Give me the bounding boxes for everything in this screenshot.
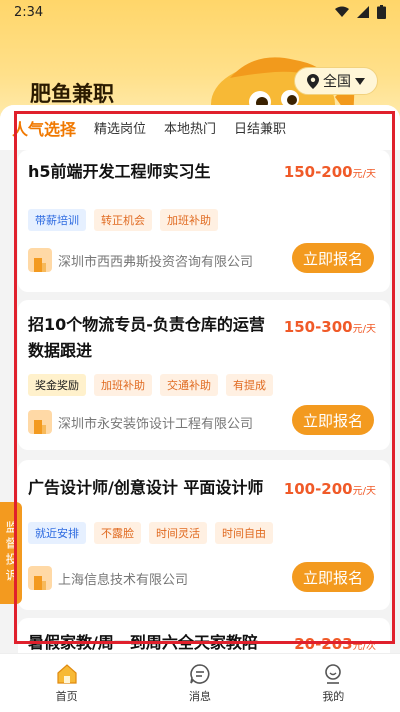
job-tags: 奖金奖励 加班补助 交通补助 有提成 bbox=[28, 374, 273, 396]
job-tag: 时间自由 bbox=[215, 522, 273, 544]
company-row: 上海信息技术有限公司 bbox=[28, 566, 188, 590]
job-tag: 不露脸 bbox=[94, 522, 141, 544]
status-bar: 2:34 bbox=[0, 0, 400, 24]
supervise-complaint-button[interactable]: 监督投诉 bbox=[0, 502, 22, 604]
category-tabs: 人气选择 精选岗位 本地热门 日结兼职 bbox=[0, 105, 400, 150]
tab-featured[interactable]: 精选岗位 bbox=[94, 118, 146, 137]
job-card[interactable]: 广告设计师/创意设计 平面设计师 100-200元/天 就近安排 不露脸 时间灵… bbox=[18, 460, 390, 610]
job-title: 广告设计师/创意设计 平面设计师 bbox=[28, 478, 264, 497]
app-title: 肥鱼兼职 bbox=[30, 81, 114, 106]
job-title: 招10个物流专员-负责仓库的运营数据跟进 bbox=[28, 315, 265, 360]
job-salary: 150-300元/天 bbox=[283, 318, 376, 336]
profile-icon bbox=[325, 663, 342, 684]
job-tag: 带薪培训 bbox=[28, 209, 86, 231]
company-name: 深圳市永安装饰设计工程有限公司 bbox=[58, 416, 254, 432]
job-card[interactable]: 暑假家教/周一到周六全天家教陪 20-203元/次 bbox=[18, 618, 390, 653]
job-tag: 交通补助 bbox=[160, 374, 218, 396]
nav-home-label: 首页 bbox=[55, 689, 78, 703]
building-icon bbox=[28, 566, 52, 590]
company-row: 深圳市永安装饰设计工程有限公司 bbox=[28, 410, 253, 434]
tab-local-hot[interactable]: 本地热门 bbox=[164, 118, 216, 137]
nav-profile-label: 我的 bbox=[322, 689, 345, 703]
nav-messages[interactable]: 消息 bbox=[133, 654, 266, 712]
job-tags: 带薪培训 转正机会 加班补助 bbox=[28, 209, 218, 231]
job-tag: 奖金奖励 bbox=[28, 374, 86, 396]
apply-button[interactable]: 立即报名 bbox=[292, 405, 374, 435]
bottom-nav: 首页 消息 我的 bbox=[0, 653, 400, 712]
company-name: 深圳市西西弗斯投资咨询有限公司 bbox=[58, 254, 254, 270]
job-tag: 就近安排 bbox=[28, 522, 86, 544]
job-salary: 20-203元/次 bbox=[294, 635, 376, 653]
wifi-icon bbox=[335, 6, 349, 17]
job-tag: 时间灵活 bbox=[149, 522, 207, 544]
region-selector[interactable]: 全国 bbox=[294, 67, 378, 95]
job-salary: 150-200元/天 bbox=[283, 163, 376, 181]
company-name: 上海信息技术有限公司 bbox=[58, 572, 189, 588]
location-pin-icon bbox=[307, 73, 319, 89]
job-card[interactable]: 招10个物流专员-负责仓库的运营数据跟进 150-300元/天 奖金奖励 加班补… bbox=[18, 300, 390, 450]
nav-messages-label: 消息 bbox=[188, 689, 211, 703]
job-tag: 有提成 bbox=[226, 374, 273, 396]
signal-icon bbox=[357, 6, 369, 18]
supervise-label: 监督投诉 bbox=[4, 521, 18, 585]
status-icons bbox=[335, 5, 386, 19]
message-icon bbox=[190, 663, 210, 684]
job-title: h5前端开发工程师实习生 bbox=[28, 162, 211, 181]
building-icon bbox=[28, 248, 52, 272]
battery-icon bbox=[377, 5, 386, 19]
apply-button[interactable]: 立即报名 bbox=[292, 243, 374, 273]
region-label: 全国 bbox=[323, 74, 351, 90]
job-title: 暑假家教/周一到周六全天家教陪 bbox=[28, 633, 258, 652]
company-row: 深圳市西西弗斯投资咨询有限公司 bbox=[28, 248, 253, 272]
job-tag: 加班补助 bbox=[160, 209, 218, 231]
job-tags: 就近安排 不露脸 时间灵活 时间自由 bbox=[28, 522, 273, 544]
job-tag: 加班补助 bbox=[94, 374, 152, 396]
status-time: 2:34 bbox=[14, 4, 44, 20]
job-salary: 100-200元/天 bbox=[283, 480, 376, 498]
caret-down-icon bbox=[355, 77, 365, 85]
apply-button[interactable]: 立即报名 bbox=[292, 562, 374, 592]
home-icon bbox=[57, 663, 77, 684]
job-list-panel: 人气选择 精选岗位 本地热门 日结兼职 h5前端开发工程师实习生 150-200… bbox=[0, 105, 400, 653]
building-icon bbox=[28, 410, 52, 434]
nav-home[interactable]: 首页 bbox=[0, 654, 133, 712]
nav-profile[interactable]: 我的 bbox=[267, 654, 400, 712]
job-tag: 转正机会 bbox=[94, 209, 152, 231]
tab-daily-pay[interactable]: 日结兼职 bbox=[234, 118, 286, 137]
job-card[interactable]: h5前端开发工程师实习生 150-200元/天 带薪培训 转正机会 加班补助 深… bbox=[18, 150, 390, 292]
tab-popular[interactable]: 人气选择 bbox=[12, 116, 76, 140]
